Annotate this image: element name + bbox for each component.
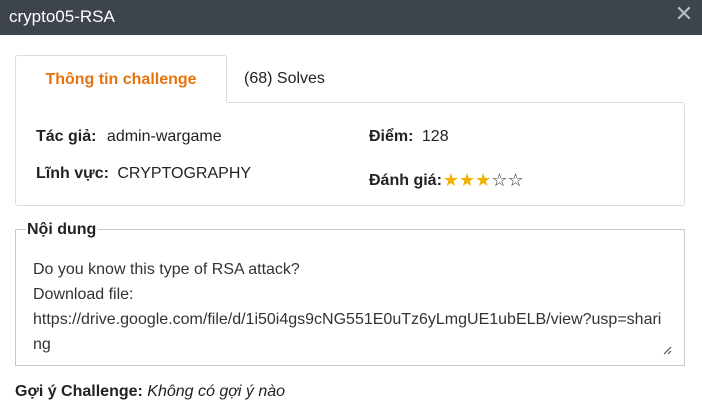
tab-solves[interactable]: (68) Solves bbox=[244, 55, 325, 103]
star-filled-icon: ★ bbox=[475, 170, 492, 190]
star-filled-icon: ★ bbox=[442, 170, 460, 190]
star-empty-icon: ☆ bbox=[507, 170, 524, 190]
resize-handle-icon[interactable] bbox=[662, 345, 672, 355]
rating-stars: ★★★☆☆ bbox=[443, 170, 524, 192]
category-value: CRYPTOGRAPHY bbox=[117, 165, 252, 182]
rating-row: Đánh giá:★★★☆☆ bbox=[369, 170, 524, 192]
hint-label: Gợi ý Challenge: bbox=[15, 383, 143, 400]
hint-value: Không có gợi ý nào bbox=[147, 383, 286, 400]
author-value: admin-wargame bbox=[106, 128, 222, 145]
points-row: Điểm: 128 bbox=[369, 127, 449, 147]
tab-bar: Thông tin challenge (68) Solves bbox=[15, 55, 685, 103]
star-filled-icon: ★ bbox=[459, 170, 476, 190]
close-icon[interactable]: ✕ bbox=[674, 3, 694, 25]
content-legend: Nội dung bbox=[26, 221, 99, 239]
rating-label: Đánh giá: bbox=[369, 172, 442, 190]
challenge-info-panel: Tác giả: admin-wargame Điểm: 128 Lĩnh vự… bbox=[15, 102, 685, 206]
author-label: Tác giả: bbox=[36, 128, 97, 145]
star-empty-icon: ☆ bbox=[491, 170, 508, 190]
points-value: 128 bbox=[421, 128, 449, 145]
category-row: Lĩnh vực: CRYPTOGRAPHY bbox=[36, 164, 251, 184]
tab-challenge-info[interactable]: Thông tin challenge bbox=[15, 55, 227, 103]
content-fieldset: Do you know this type of RSA attack? Dow… bbox=[15, 221, 685, 366]
points-label: Điểm: bbox=[369, 128, 414, 145]
modal-title: crypto05-RSA bbox=[9, 7, 115, 26]
challenge-hint: Gợi ý Challenge: Không có gợi ý nào bbox=[15, 382, 285, 402]
modal-titlebar: crypto05-RSA ✕ bbox=[0, 0, 702, 35]
author-row: Tác giả: admin-wargame bbox=[36, 127, 222, 147]
category-label: Lĩnh vực: bbox=[36, 165, 109, 182]
content-textarea[interactable]: Do you know this type of RSA attack? Dow… bbox=[16, 230, 684, 365]
